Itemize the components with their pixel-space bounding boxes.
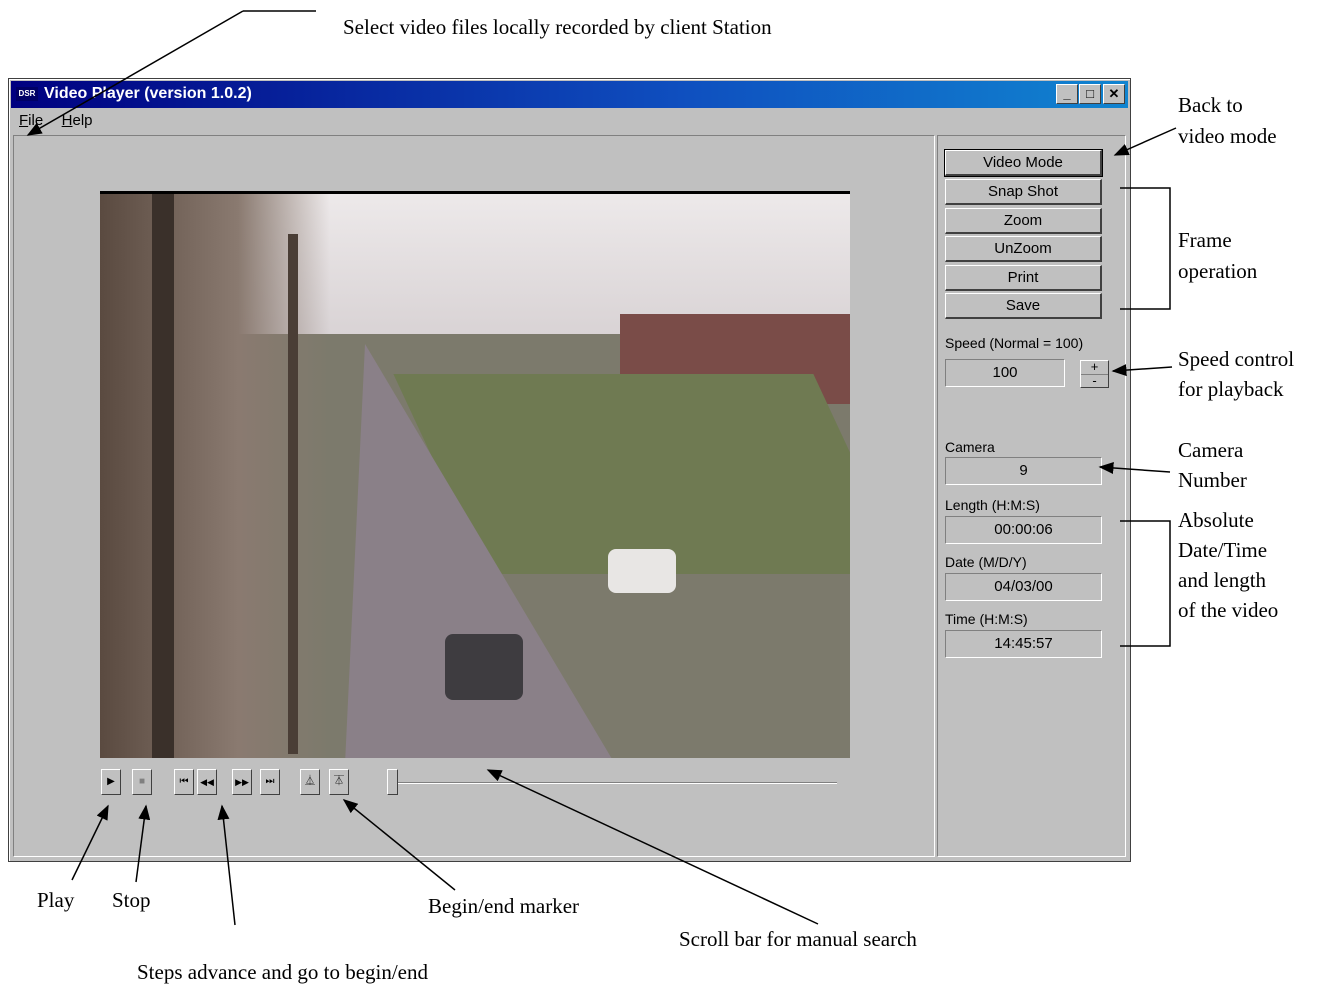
camera-label: Camera (945, 439, 995, 455)
print-button[interactable]: Print (945, 265, 1102, 291)
scroll-bar-track[interactable] (391, 782, 837, 784)
video-car-white (608, 549, 676, 593)
video-utility-pole (152, 194, 174, 758)
save-button[interactable]: Save (945, 293, 1102, 319)
annotation-select-files: Select video files locally recorded by c… (343, 15, 772, 39)
window-title: Video Player (version 1.0.2) (44, 85, 252, 102)
goto-end-button[interactable]: ⏭ (260, 769, 280, 795)
speed-decrease-button[interactable]: - (1081, 374, 1108, 388)
annotation-absolute-line1: Absolute (1178, 508, 1254, 532)
menu-file[interactable]: File (19, 110, 43, 132)
step-forward-button[interactable]: ▶▶ (232, 769, 252, 795)
end-marker-button[interactable]: ⏄ (329, 769, 349, 795)
length-label: Length (H:M:S) (945, 497, 1040, 513)
video-utility-pole (288, 234, 298, 754)
menu-help-label: elp (72, 112, 93, 129)
length-field: 00:00:06 (945, 516, 1102, 544)
snap-shot-button[interactable]: Snap Shot (945, 179, 1102, 205)
annotation-absolute-line4: of the video (1178, 598, 1279, 622)
annotation-stop: Stop (112, 888, 151, 912)
time-label: Time (H:M:S) (945, 611, 1028, 627)
close-button[interactable]: ✕ (1103, 84, 1125, 104)
play-button[interactable]: ▶ (101, 769, 121, 795)
title-bar[interactable]: DSR Video Player (version 1.0.2) _ □ ✕ (11, 81, 1128, 108)
annotation-speed-control-line2: for playback (1178, 377, 1284, 401)
annotation-absolute-line2: Date/Time (1178, 538, 1268, 562)
goto-begin-button[interactable]: ⏮ (174, 769, 194, 795)
annotation-speed-control-line1: Speed control (1178, 347, 1295, 371)
minimize-button[interactable]: _ (1056, 84, 1078, 104)
menu-bar: File Help (13, 110, 101, 132)
annotation-steps: Steps advance and go to begin/end (137, 960, 429, 984)
annotation-frame-operation-line2: operation (1178, 259, 1258, 283)
annotation-back-to-video-line2: video mode (1178, 124, 1277, 148)
annotation-camera-number-line2: Number (1178, 468, 1247, 492)
speed-label: Speed (Normal = 100) (945, 335, 1084, 351)
maximize-button[interactable]: □ (1079, 84, 1101, 104)
annotation-absolute-line3: and length (1178, 568, 1267, 592)
annotation-scroll-bar: Scroll bar for manual search (679, 927, 917, 951)
annotation-camera-number-line1: Camera (1178, 438, 1244, 462)
annotation-begin-end-marker: Begin/end marker (428, 894, 580, 918)
video-mode-button[interactable]: Video Mode (944, 149, 1103, 177)
menu-file-label: ile (28, 112, 44, 129)
camera-field: 9 (945, 457, 1102, 485)
annotation-play: Play (37, 888, 75, 912)
speed-field[interactable]: 100 (945, 359, 1065, 387)
stop-button[interactable]: ■ (132, 769, 152, 795)
menu-file-accel: F (19, 112, 29, 129)
step-back-button[interactable]: ◀◀ (197, 769, 217, 795)
video-frame (100, 191, 850, 758)
scroll-bar-thumb[interactable] (387, 769, 398, 795)
menu-help[interactable]: Help (62, 110, 93, 132)
annotation-back-to-video-line1: Back to (1178, 93, 1243, 117)
date-field: 04/03/00 (945, 573, 1102, 601)
app-logo-icon: DSR (16, 87, 38, 101)
begin-marker-button[interactable]: ⏅ (300, 769, 320, 795)
zoom-button[interactable]: Zoom (945, 208, 1102, 234)
unzoom-button[interactable]: UnZoom (945, 236, 1102, 262)
date-label: Date (M/D/Y) (945, 554, 1027, 570)
menu-help-accel: H (61, 112, 73, 129)
annotation-frame-operation-line1: Frame (1178, 228, 1232, 252)
video-car-dark (445, 634, 523, 700)
time-field: 14:45:57 (945, 630, 1102, 658)
speed-spinner[interactable]: + - (1080, 360, 1109, 388)
